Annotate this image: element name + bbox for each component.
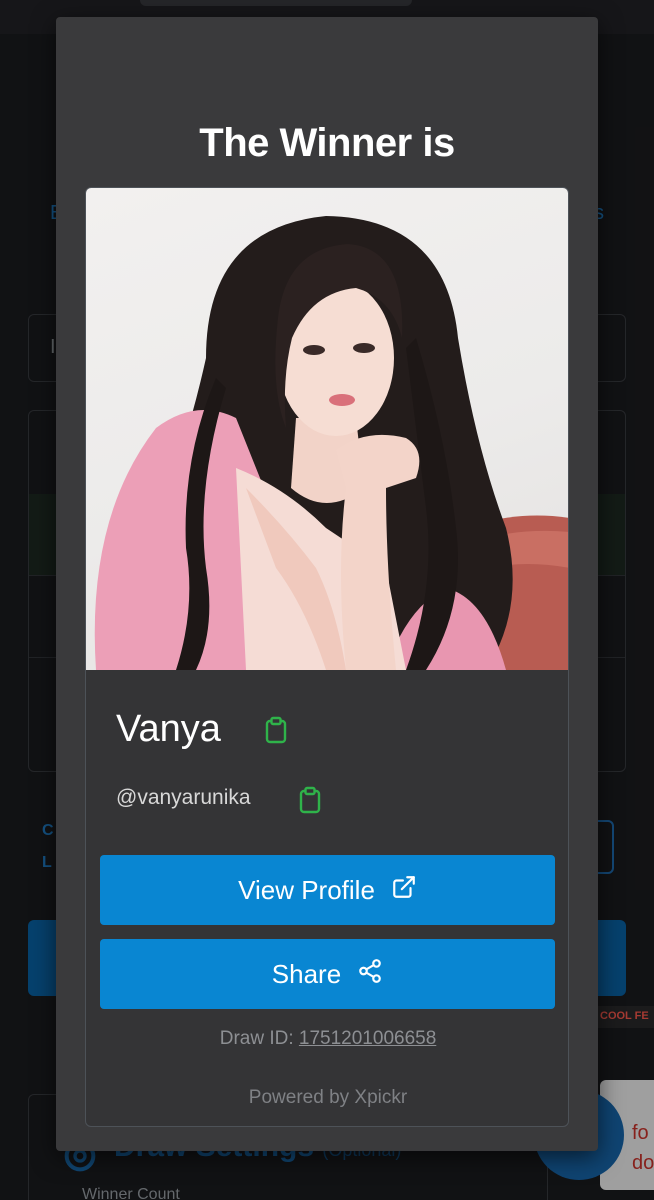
draw-id-link[interactable]: 1751201006658 (299, 1028, 436, 1049)
winner-handle: @vanyarunika (116, 786, 251, 809)
screen: E s I C L COOL FE Draw Settings (Optiona… (0, 0, 654, 1200)
profile-photo-illustration (94, 216, 568, 670)
share-label: Share (271, 958, 342, 989)
external-link-icon (391, 874, 417, 907)
draw-id: Draw ID: 1751201006658 (86, 1028, 568, 1050)
winner-name: Vanya (116, 708, 221, 750)
winner-photo (86, 188, 568, 670)
draw-id-label: Draw ID: (219, 1028, 294, 1049)
powered-by: Powered by Xpickr (248, 1087, 408, 1108)
modal-title: The Winner is (199, 121, 455, 165)
view-profile-label: View Profile (238, 874, 375, 905)
share-button[interactable]: Share (100, 939, 555, 1009)
winner-modal: The Winner is Vanya @vanyarunika View Pr… (56, 17, 598, 1151)
share-icon (357, 958, 383, 991)
copy-name-clipboard-icon[interactable] (264, 716, 288, 749)
winner-card: Vanya @vanyarunika View Profile Share Dr… (85, 187, 569, 1127)
view-profile-button[interactable]: View Profile (100, 855, 555, 925)
copy-handle-clipboard-icon[interactable] (298, 786, 322, 819)
